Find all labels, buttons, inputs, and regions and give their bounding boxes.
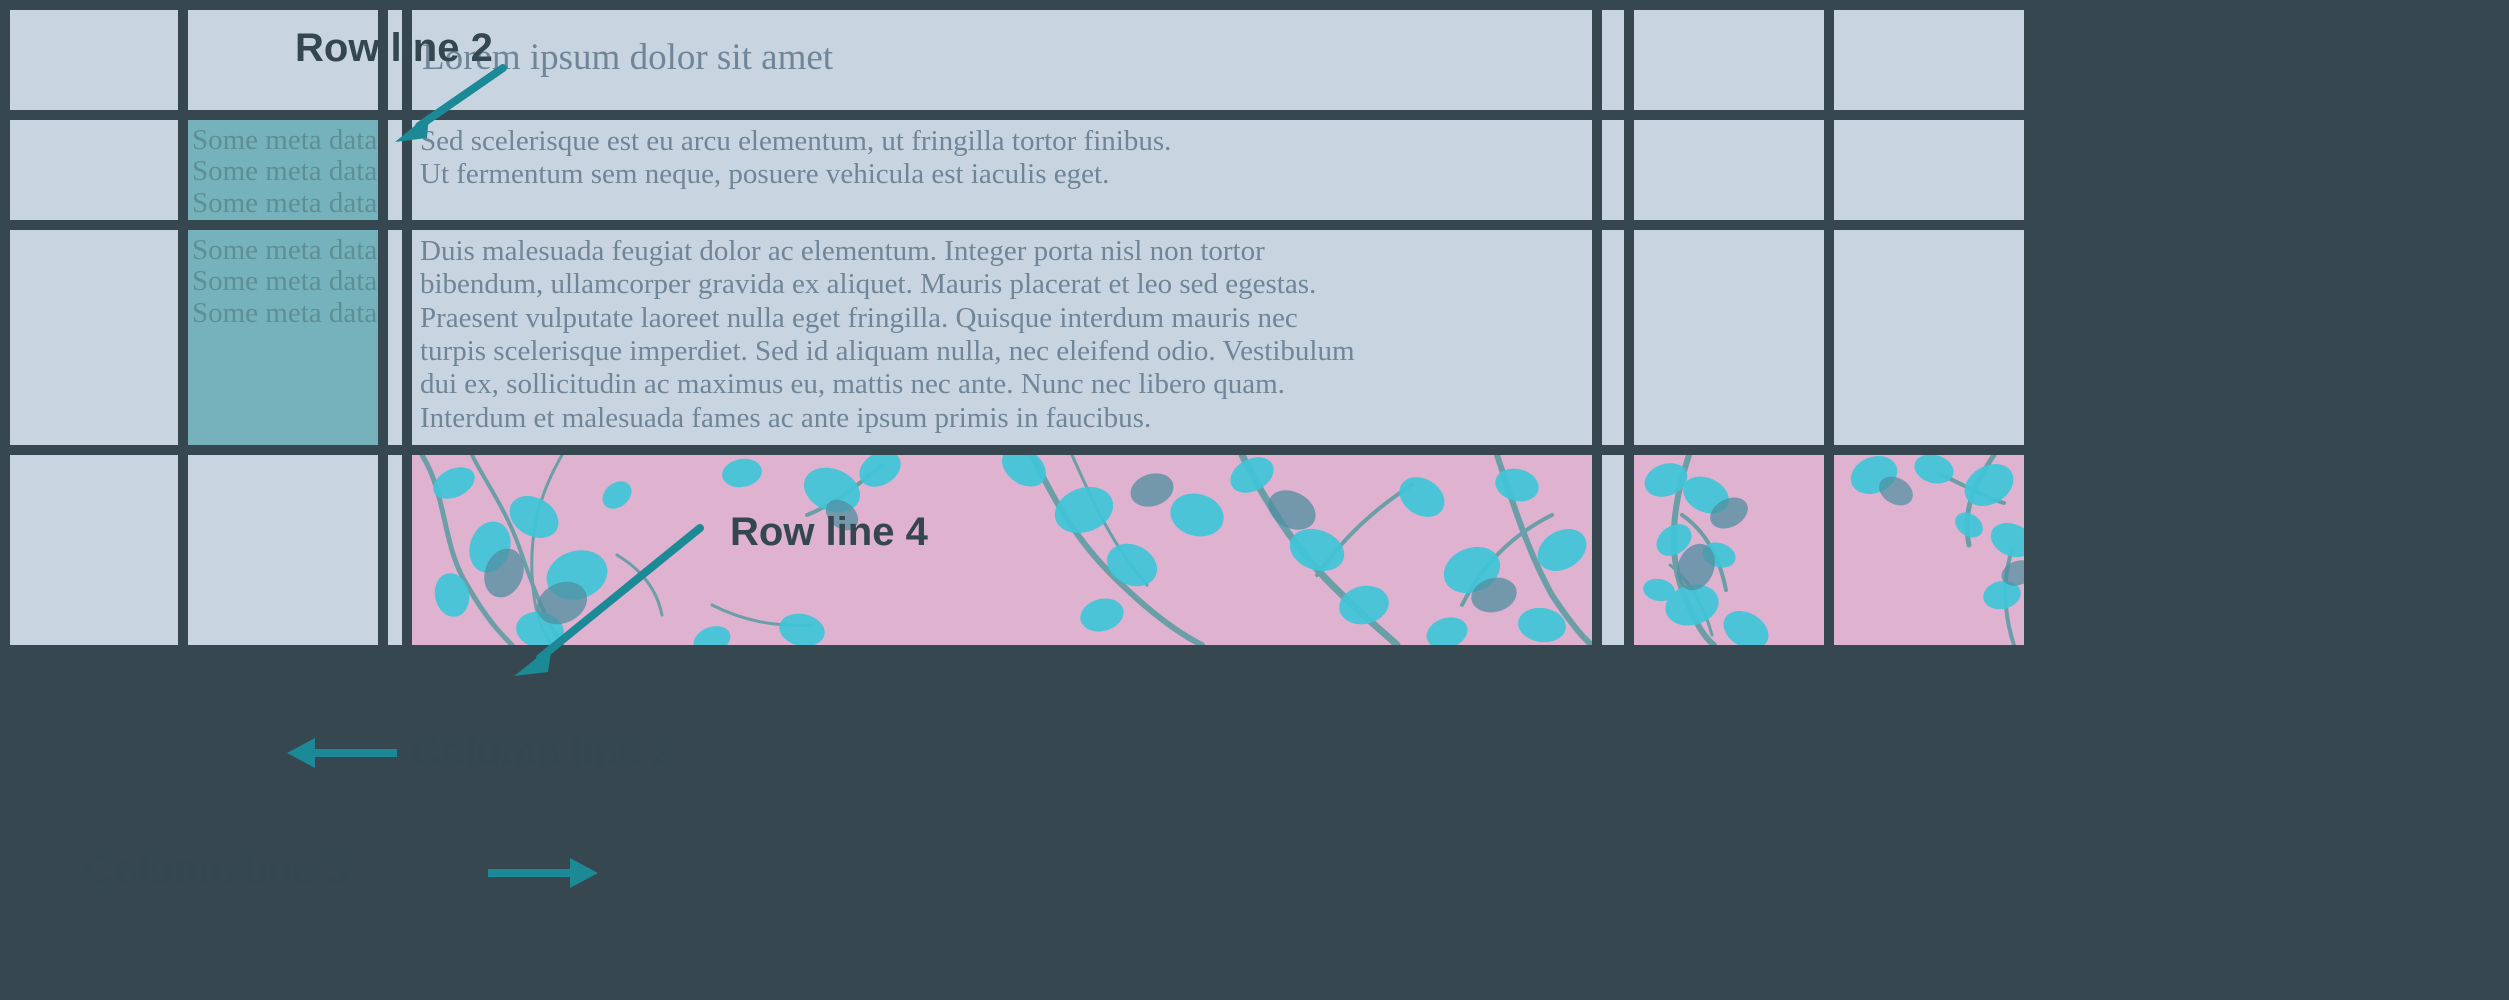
body-line: bibendum, ullamcorper gravida ex aliquet… — [420, 268, 1317, 301]
body-line: dui ex, sollicitudin ac maximus eu, matt… — [420, 368, 1285, 401]
grid-cell-r4c3-gutter — [388, 455, 402, 645]
intro-line: Ut fermentum sem neque, posuere vehicula… — [420, 158, 1110, 191]
foliage-graphic — [419, 455, 1592, 645]
grid-cell-r2c7 — [1834, 120, 2024, 220]
grid-cell-r1c1 — [10, 10, 178, 110]
grid-cell-r2c3-gutter — [388, 120, 402, 220]
meta-data-item: Some meta data — [192, 124, 378, 156]
foliage-graphic — [1643, 455, 1769, 645]
grid-cell-r4c5-gutter — [1602, 455, 1624, 645]
body-line: turpis scelerisque imperdiet. Sed id ali… — [420, 334, 1355, 367]
grid-cell-r2c2-meta: Some meta data Some meta data Some meta … — [188, 120, 378, 220]
body-paragraph-block: Duis malesuada feugiat dolor ac elementu… — [412, 230, 1592, 434]
meta-data-item: Some meta data — [192, 234, 378, 266]
grid-cell-r3c4-body: Duis malesuada feugiat dolor ac elementu… — [412, 230, 1592, 445]
grid-cell-r3c5-gutter — [1602, 230, 1624, 445]
grid-cell-r2c1 — [10, 120, 178, 220]
grid-cell-r2c6 — [1634, 120, 1824, 220]
meta-data-item: Some meta data — [192, 186, 378, 219]
grid-cell-r3c6 — [1634, 230, 1824, 445]
annotation-label-column-line-3: Column line 3 — [85, 848, 348, 892]
meta-data-item: Some meta data — [192, 296, 378, 329]
grid-cell-r1c6 — [1634, 10, 1824, 110]
meta-data-list-row3: Some meta data Some meta data Some meta … — [188, 230, 378, 329]
body-line: Interdum et malesuada fames ac ante ipsu… — [420, 401, 1152, 434]
grid-cell-r1c4-header: Lorem ipsum dolor sit amet — [412, 10, 1592, 110]
foliage-photo-main — [412, 455, 1592, 645]
grid-cell-r2c5-gutter — [1602, 120, 1624, 220]
annotation-label-column-line-2: Column line 2 — [412, 730, 675, 774]
arrow-left-icon-column-line-2 — [287, 738, 397, 768]
grid-cell-r4c7-photo — [1834, 455, 2024, 645]
meta-data-item: Some meta data — [192, 155, 378, 188]
grid-cell-r2c4-intro: Sed scelerisque est eu arcu elementum, u… — [412, 120, 1592, 220]
intro-paragraph-block: Sed scelerisque est eu arcu elementum, u… — [412, 120, 1592, 191]
grid-cell-r1c5-gutter — [1602, 10, 1624, 110]
grid-cell-r4c4-photo — [412, 455, 1592, 645]
grid-cell-r1c7 — [1834, 10, 2024, 110]
foliage-graphic — [1850, 455, 2024, 645]
foliage-photo-tertiary — [1834, 455, 2024, 645]
foliage-photo-secondary — [1634, 455, 1824, 645]
grid-cell-r4c2-column-line-2-annotation-area — [188, 455, 378, 645]
grid-cell-r4c1-column-line-3-annotation-area — [10, 455, 178, 645]
grid-cell-r1c3-gutter — [388, 10, 402, 110]
meta-data-list-row2: Some meta data Some meta data Some meta … — [188, 120, 378, 219]
css-grid-diagram: Lorem ipsum dolor sit amet Some meta dat… — [0, 0, 2509, 1000]
grid-cell-r3c1 — [10, 230, 178, 445]
body-line: Praesent vulputate laoreet nulla eget fr… — [420, 301, 1298, 334]
intro-line: Sed scelerisque est eu arcu elementum, u… — [420, 125, 1172, 157]
grid-cell-r1c2-row-line-2-annotation-area — [188, 10, 378, 110]
page-title: Lorem ipsum dolor sit amet — [422, 37, 834, 78]
grid-cell-r3c3-gutter — [388, 230, 402, 445]
grid-cell-r3c2-meta: Some meta data Some meta data Some meta … — [188, 230, 378, 445]
grid-cell-r3c7 — [1834, 230, 2024, 445]
body-line: Duis malesuada feugiat dolor ac elementu… — [420, 235, 1265, 267]
grid-cell-r4c6-photo — [1634, 455, 1824, 645]
meta-data-item: Some meta data — [192, 265, 378, 298]
arrow-right-icon-column-line-3 — [488, 858, 598, 888]
